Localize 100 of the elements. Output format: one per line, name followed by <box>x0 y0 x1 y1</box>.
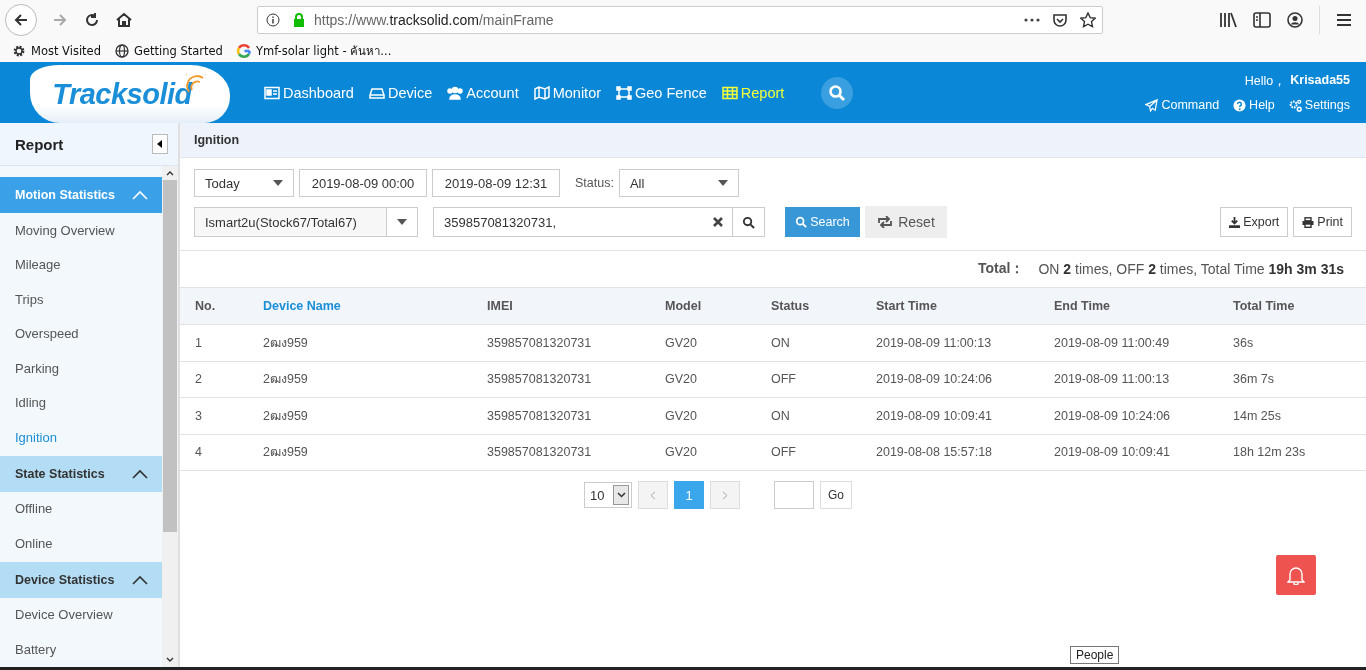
reload-icon[interactable] <box>83 11 101 29</box>
sidebar-item[interactable]: Overspeed <box>0 316 162 351</box>
triangle-left-icon <box>157 140 163 148</box>
menu-icon[interactable] <box>1336 13 1352 27</box>
library-icon[interactable] <box>1219 12 1237 28</box>
sidebar-group[interactable]: Device Statistics <box>0 561 162 598</box>
status-label: Status: <box>575 176 614 190</box>
period-dropdown[interactable]: Today <box>194 169 294 197</box>
settings-icon <box>1288 98 1302 112</box>
back-button[interactable] <box>5 4 37 36</box>
search-icon <box>795 216 808 228</box>
table-cell: 2019-08-09 11:00:49 <box>1039 324 1218 361</box>
column-header: IMEI <box>472 288 650 325</box>
table-cell: 359857081320731 <box>472 434 650 471</box>
table-cell: 2019-08-09 10:24:06 <box>861 361 1039 398</box>
map-icon <box>533 85 550 100</box>
sidebar-group[interactable]: State Statistics <box>0 455 162 492</box>
nav-tab[interactable]: Device <box>368 84 433 101</box>
more-icon[interactable] <box>1024 18 1040 22</box>
info-icon[interactable] <box>266 13 280 27</box>
table-cell: 4 <box>180 434 248 471</box>
lock-icon <box>292 13 306 27</box>
total-label: Total： <box>978 260 1025 278</box>
search-icon <box>828 83 847 102</box>
table-icon <box>721 85 738 100</box>
page-number-field[interactable] <box>774 481 814 509</box>
scrollbar[interactable] <box>162 166 178 667</box>
bookmark[interactable]: Getting Started <box>115 44 223 58</box>
table-cell: 2019-08-09 10:24:06 <box>1039 397 1218 434</box>
user-name: Krisada55 <box>1290 73 1350 89</box>
table-cell: 2ฒง959 <box>248 361 472 398</box>
nav-tab[interactable]: Dashboard <box>264 84 354 101</box>
column-header: Status <box>756 288 861 325</box>
clear-icon[interactable] <box>712 216 724 228</box>
star-icon[interactable] <box>1080 12 1096 28</box>
sidebar-title: Report <box>15 135 64 153</box>
g-logo-icon <box>236 44 251 58</box>
end-date-field[interactable]: 2019-08-09 12:31 <box>432 169 560 197</box>
table-cell: GV20 <box>650 434 756 471</box>
chevron-icon <box>132 190 148 200</box>
account-dropdown[interactable]: Ismart2u(Stock67/Total67) <box>194 207 418 237</box>
header-link[interactable]: Help <box>1233 98 1275 112</box>
sidebar-item[interactable]: Mileage <box>0 247 162 282</box>
export-button[interactable]: Export <box>1220 207 1289 237</box>
caret-icon <box>616 492 626 498</box>
nav-tab[interactable]: Geo Fence <box>616 84 707 101</box>
help-icon <box>1233 98 1247 112</box>
table-cell: ON <box>756 324 861 361</box>
search-button[interactable] <box>821 76 854 109</box>
table-cell: 2ฒง959 <box>248 397 472 434</box>
table-cell: 2ฒง959 <box>248 434 472 471</box>
start-date-field[interactable]: 2019-08-09 00:00 <box>299 169 427 197</box>
account-icon[interactable] <box>1287 12 1303 28</box>
print-button[interactable]: Print <box>1293 207 1352 237</box>
table-cell: 2019-08-08 15:57:18 <box>861 434 1039 471</box>
sidebar-icon[interactable] <box>1253 12 1271 28</box>
sidebar-item[interactable]: Device Overview <box>0 597 162 632</box>
table-cell: 14m 25s <box>1218 397 1366 434</box>
nav-tab[interactable]: Account <box>447 84 519 101</box>
page-size-dropdown[interactable]: 10 <box>584 482 632 508</box>
scroll-up-icon[interactable] <box>166 170 174 176</box>
sidebar-item[interactable]: Trips <box>0 282 162 317</box>
chevron-icon <box>132 468 148 479</box>
download-icon <box>1229 216 1241 228</box>
go-button[interactable]: Go <box>820 481 852 509</box>
bookmark[interactable]: Most Visited <box>12 44 101 58</box>
address-bar[interactable]: https://www.tracksolid.com/mainFrame <box>257 6 1103 34</box>
search-icon[interactable] <box>742 215 755 229</box>
table-cell: 359857081320731 <box>472 361 650 398</box>
drive-icon <box>368 85 385 100</box>
logo[interactable]: Tracksolid <box>30 65 230 123</box>
status-dropdown[interactable]: All <box>618 169 739 197</box>
column-header: End Time <box>1039 288 1218 325</box>
table-cell: 36m 7s <box>1218 361 1366 398</box>
column-header: Model <box>650 288 756 325</box>
sidebar-item[interactable]: Offline <box>0 491 162 526</box>
nav-tab[interactable]: Monitor <box>533 84 602 101</box>
sidebar-item[interactable]: Online <box>0 526 162 561</box>
sidebar-item[interactable]: Moving Overview <box>0 213 162 248</box>
reset-button[interactable]: Reset <box>865 206 947 238</box>
gear-icon <box>12 44 26 58</box>
table-cell: GV20 <box>650 361 756 398</box>
sidebar-item[interactable]: Parking <box>0 351 162 386</box>
header-link[interactable]: Settings <box>1288 98 1350 112</box>
collapse-button[interactable] <box>152 134 168 154</box>
table-cell: 2019-08-09 11:00:13 <box>1039 361 1218 398</box>
scroll-down-icon[interactable] <box>166 657 174 663</box>
sidebar-item[interactable]: Battery <box>0 632 162 667</box>
nav-tab[interactable]: Report <box>721 84 785 101</box>
table-cell: ON <box>756 397 861 434</box>
header-link[interactable]: Command <box>1145 98 1220 112</box>
page-title: Ignition <box>194 133 240 147</box>
pocket-icon[interactable] <box>1052 12 1068 28</box>
sidebar-item[interactable]: Idling <box>0 385 162 420</box>
imei-field[interactable]: 359857081320731, <box>433 207 765 237</box>
bookmark[interactable]: Ymf-solar light - ค้นหา... <box>236 42 392 60</box>
table-cell: 36s <box>1218 324 1366 361</box>
home-icon[interactable] <box>115 11 133 29</box>
table-cell: 1 <box>180 324 248 361</box>
notification-button[interactable] <box>1276 555 1316 595</box>
